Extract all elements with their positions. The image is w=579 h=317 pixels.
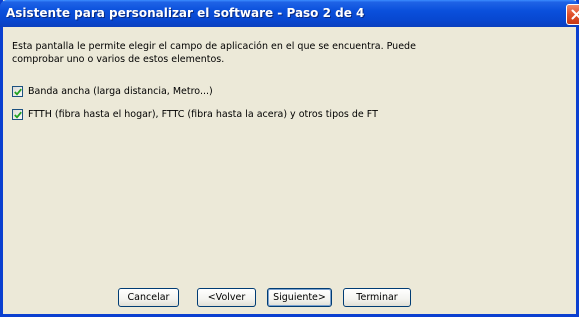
finish-button[interactable]: Terminar: [343, 288, 411, 307]
close-button[interactable]: [566, 4, 579, 25]
wizard-window: Asistente para personalizar el software …: [0, 0, 579, 317]
intro-text: Esta pantalla le permite elegir el campo…: [12, 40, 572, 66]
option-ftth[interactable]: FTTH (fibra hasta el hogar), FTTC (fibra…: [12, 109, 378, 120]
checkbox-banda-ancha[interactable]: [12, 86, 23, 97]
checkmark-icon: [14, 111, 22, 119]
option-label-ftth: FTTH (fibra hasta el hogar), FTTC (fibra…: [28, 109, 378, 120]
checkbox-ftth[interactable]: [12, 109, 23, 120]
wizard-buttons: Cancelar <Volver Siguiente> Terminar: [3, 288, 579, 311]
cancel-button[interactable]: Cancelar: [118, 288, 179, 307]
title-bar[interactable]: Asistente para personalizar el software …: [0, 0, 579, 27]
wizard-content: Esta pantalla le permite elegir el campo…: [12, 40, 572, 120]
back-button[interactable]: <Volver: [197, 288, 256, 307]
checkmark-icon: [14, 88, 22, 96]
window-title: Asistente para personalizar el software …: [6, 6, 365, 20]
intro-line-1: Esta pantalla le permite elegir el campo…: [12, 41, 416, 52]
next-button[interactable]: Siguiente>: [267, 288, 332, 307]
intro-line-2: comprobar uno o varios de estos elemento…: [12, 54, 225, 65]
option-banda-ancha[interactable]: Banda ancha (larga distancia, Metro...): [12, 86, 213, 97]
option-label-banda-ancha: Banda ancha (larga distancia, Metro...): [28, 86, 213, 97]
close-icon: [571, 9, 579, 20]
